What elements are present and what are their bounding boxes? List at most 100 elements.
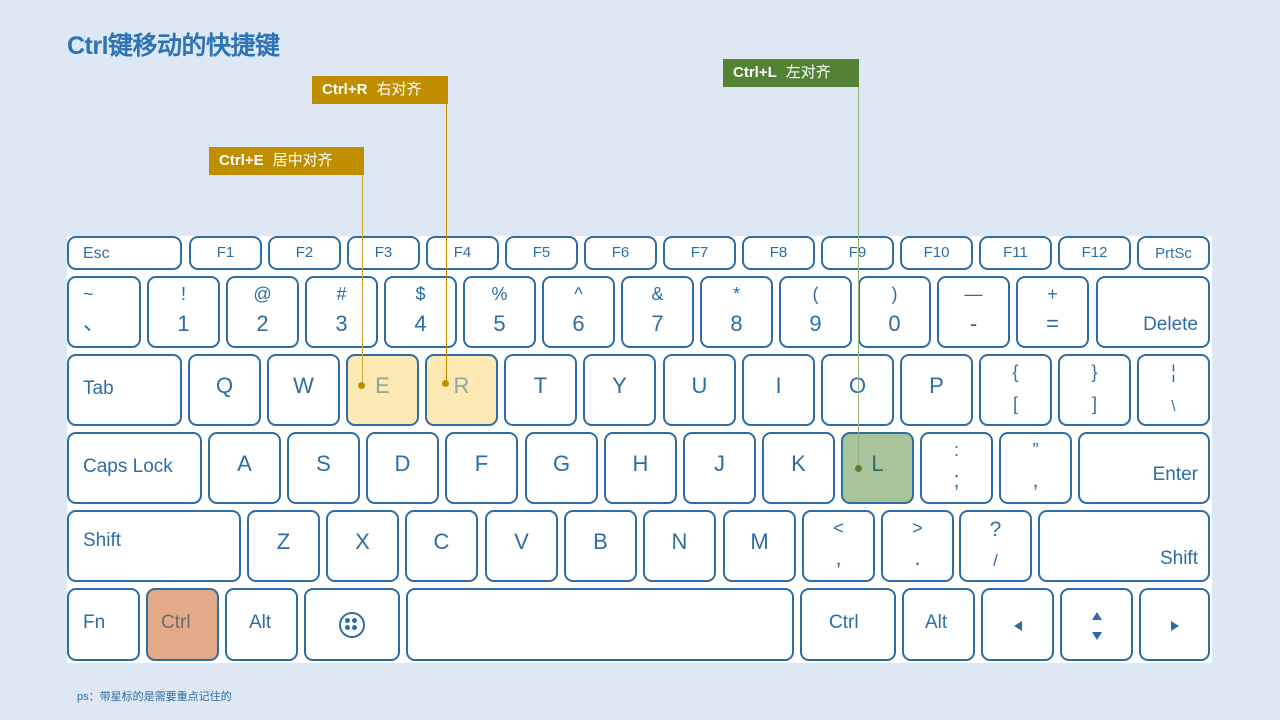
- key-q[interactable]: Q: [188, 354, 261, 426]
- key-f4[interactable]: F4: [426, 236, 499, 270]
- key-h[interactable]: H: [604, 432, 677, 504]
- key-arrow-left[interactable]: [981, 588, 1054, 661]
- key-label: F7: [690, 244, 709, 261]
- key-shift-label: &: [651, 284, 664, 304]
- key-label: W: [293, 373, 314, 398]
- key-space[interactable]: [406, 588, 794, 661]
- key-5[interactable]: % 5: [463, 276, 536, 348]
- key-shift-label: !: [180, 284, 186, 304]
- keyboard: Esc F1 F2 F3 F4 F5 F6 F7 F8 F 9 F10 F11 F…: [67, 236, 1212, 663]
- key-0[interactable]: ) 0: [858, 276, 931, 348]
- key-label: Ctrl: [161, 612, 191, 633]
- key-arrow-up-down[interactable]: [1060, 588, 1133, 661]
- key-menu[interactable]: [304, 588, 400, 661]
- key-esc[interactable]: Esc: [67, 236, 182, 270]
- key-f1[interactable]: F1: [189, 236, 262, 270]
- key-v[interactable]: V: [485, 510, 558, 582]
- key-k[interactable]: K: [762, 432, 835, 504]
- key-backtick[interactable]: ~、: [67, 276, 141, 348]
- key-label: C: [433, 529, 450, 554]
- key-bracket-left[interactable]: {[: [979, 354, 1052, 426]
- key-f5[interactable]: F5: [505, 236, 578, 270]
- callout-key: Ctrl+L: [733, 64, 777, 81]
- key-f[interactable]: F: [445, 432, 518, 504]
- key-enter[interactable]: Enter: [1078, 432, 1210, 504]
- key-label: U: [691, 373, 708, 398]
- key-m[interactable]: M: [723, 510, 796, 582]
- key-r[interactable]: R: [425, 354, 498, 426]
- key-2[interactable]: @2: [226, 276, 299, 348]
- key-label: -: [969, 311, 978, 336]
- key-7[interactable]: & 7: [621, 276, 694, 348]
- key-f11[interactable]: F11: [979, 236, 1052, 270]
- key-i[interactable]: I: [742, 354, 815, 426]
- key-shift-label: #: [336, 284, 347, 304]
- key-tab[interactable]: Tab: [67, 354, 182, 426]
- key-ctrl-left[interactable]: Ctrl: [146, 588, 219, 661]
- key-a[interactable]: A: [208, 432, 281, 504]
- key-f8[interactable]: F8: [742, 236, 815, 270]
- key-label: F12: [1081, 244, 1108, 261]
- key-9[interactable]: (9: [779, 276, 852, 348]
- key-u[interactable]: U: [663, 354, 736, 426]
- key-f3[interactable]: F3: [347, 236, 420, 270]
- key-label: K: [791, 451, 806, 476]
- key-alt-right[interactable]: Alt: [902, 588, 975, 661]
- key-e[interactable]: E: [346, 354, 419, 426]
- key-delete[interactable]: Delete: [1096, 276, 1210, 348]
- key-l[interactable]: L: [841, 432, 914, 504]
- key-slash[interactable]: ? /: [959, 510, 1032, 582]
- key-y[interactable]: Y: [583, 354, 656, 426]
- key-label: [: [1012, 394, 1018, 414]
- key-fn[interactable]: Fn: [67, 588, 140, 661]
- key-caps-lock[interactable]: Caps Lock: [67, 432, 202, 504]
- key-arrow-right[interactable]: [1139, 588, 1210, 661]
- key-equals[interactable]: + =: [1016, 276, 1089, 348]
- key-f10[interactable]: F10: [900, 236, 973, 270]
- key-f2[interactable]: F2: [268, 236, 341, 270]
- key-c[interactable]: C: [405, 510, 478, 582]
- arrow-right-icon: [1170, 621, 1179, 631]
- key-minus[interactable]: — -: [937, 276, 1010, 348]
- key-j[interactable]: J: [683, 432, 756, 504]
- key-shift-right[interactable]: Shift: [1038, 510, 1210, 582]
- key-comma[interactable]: <,: [802, 510, 875, 582]
- key-label: M: [750, 529, 769, 554]
- key-z[interactable]: Z: [247, 510, 320, 582]
- key-1[interactable]: ! 1: [147, 276, 220, 348]
- key-shift-label: ”: [1032, 440, 1039, 460]
- key-shift-label: *: [732, 284, 740, 304]
- key-b[interactable]: B: [564, 510, 637, 582]
- key-8[interactable]: * 8: [700, 276, 773, 348]
- key-prtsc[interactable]: PrtSc: [1137, 236, 1210, 270]
- key-t[interactable]: T: [504, 354, 577, 426]
- key-s[interactable]: S: [287, 432, 360, 504]
- key-semicolon[interactable]: :;: [920, 432, 993, 504]
- key-label: 3: [335, 311, 348, 336]
- page-title: Ctrl键移动的快捷键: [67, 32, 280, 60]
- key-f6[interactable]: F6: [584, 236, 657, 270]
- key-6[interactable]: ^ 6: [542, 276, 615, 348]
- key-bracket-right[interactable]: }]: [1058, 354, 1131, 426]
- key-f12[interactable]: F12: [1058, 236, 1131, 270]
- key-label: 1: [177, 311, 190, 336]
- key-w[interactable]: W: [267, 354, 340, 426]
- key-shift-left[interactable]: Shift: [67, 510, 241, 582]
- key-d[interactable]: D: [366, 432, 439, 504]
- key-3[interactable]: #3: [305, 276, 378, 348]
- key-p[interactable]: P: [900, 354, 973, 426]
- key-f7[interactable]: F7: [663, 236, 736, 270]
- key-x[interactable]: X: [326, 510, 399, 582]
- key-period[interactable]: >.: [881, 510, 954, 582]
- key-label: Delete: [1143, 314, 1198, 335]
- key-ctrl-right[interactable]: Ctrl: [800, 588, 896, 661]
- key-backslash[interactable]: ¦ \: [1137, 354, 1210, 426]
- key-n[interactable]: N: [643, 510, 716, 582]
- key-label: ;: [953, 467, 960, 492]
- key-quote[interactable]: ”,: [999, 432, 1072, 504]
- callout-ctrl-e: Ctrl+E 居中对齐: [209, 147, 364, 175]
- key-shift-label: $: [415, 284, 426, 304]
- arrow-left-icon: [1013, 621, 1022, 631]
- key-alt-left[interactable]: Alt: [225, 588, 298, 661]
- key-g[interactable]: G: [525, 432, 598, 504]
